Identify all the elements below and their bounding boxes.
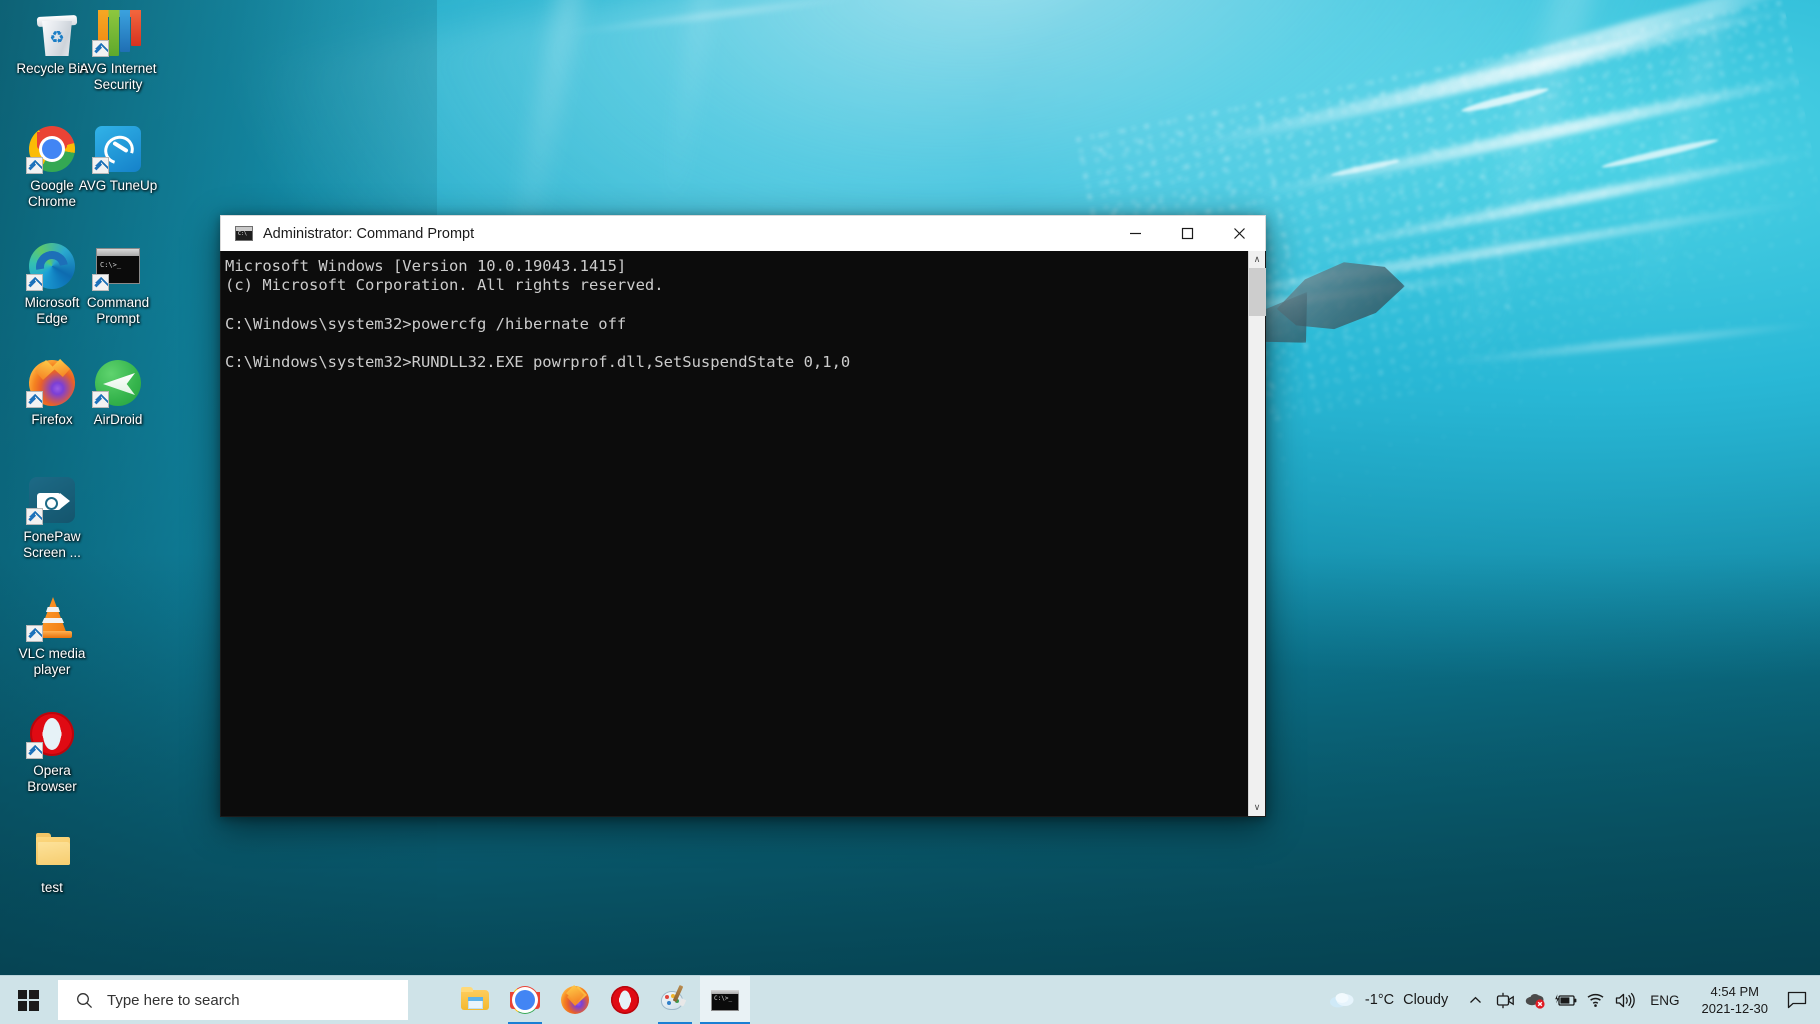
weather-temperature: -1°C <box>1364 992 1395 1008</box>
airdroid-icon <box>92 359 142 408</box>
console-output[interactable]: Microsoft Windows [Version 10.0.19043.14… <box>221 251 1248 816</box>
onedrive-offline-icon <box>1525 993 1545 1009</box>
battery-tray-icon[interactable] <box>1550 976 1580 1024</box>
console-body[interactable]: Microsoft Windows [Version 10.0.19043.14… <box>220 251 1266 817</box>
clock[interactable]: 4:54 PM 2021-12-30 <box>1690 976 1781 1024</box>
desktop-icon-airdroid[interactable]: AirDroid <box>74 359 162 428</box>
start-button[interactable] <box>0 976 56 1024</box>
file-explorer-icon <box>461 986 489 1014</box>
taskbar: Type here to search C:\>_ -1°C Cloudy EN… <box>0 975 1820 1024</box>
scrollbar-thumb[interactable] <box>1248 268 1266 316</box>
desktop-icon-label: AVG Internet Security <box>79 61 157 92</box>
search-input[interactable]: Type here to search <box>58 980 408 1020</box>
windows-logo-icon <box>17 989 39 1011</box>
desktop-icon-command-prompt[interactable]: C:\>_ Command Prompt <box>74 242 162 326</box>
system-tray: -1°C Cloudy ENG 4:54 PM 2021-12-30 <box>1317 976 1820 1024</box>
shortcut-arrow-icon <box>26 742 43 759</box>
search-icon <box>77 992 93 1008</box>
window-title: Administrator: Command Prompt <box>263 225 475 242</box>
wifi-icon <box>1587 993 1604 1007</box>
webcam-icon <box>1496 992 1514 1008</box>
taskbar-item-file-explorer[interactable] <box>450 976 500 1024</box>
clock-time: 4:54 PM <box>1710 984 1759 999</box>
vlc-media-player-icon <box>26 593 76 642</box>
minimize-button[interactable] <box>1109 216 1161 252</box>
avg-tuneup-icon <box>92 125 142 174</box>
avg-internet-security-icon <box>92 8 142 57</box>
scroll-down-button[interactable]: ∨ <box>1249 799 1266 816</box>
taskbar-item-command-prompt[interactable]: C:\>_ <box>700 975 750 1024</box>
google-chrome-icon <box>26 125 76 174</box>
weather-widget[interactable]: -1°C Cloudy <box>1317 976 1460 1024</box>
taskbar-item-google-chrome[interactable] <box>500 976 550 1024</box>
recycle-bin-icon: ♻ <box>28 8 78 56</box>
shortcut-arrow-icon <box>26 508 43 525</box>
desktop-icon-label: AirDroid <box>93 412 143 427</box>
language-indicator[interactable]: ENG <box>1640 976 1689 1024</box>
taskbar-item-paint[interactable] <box>650 976 700 1024</box>
network-tray-icon[interactable] <box>1580 976 1610 1024</box>
volume-tray-icon[interactable] <box>1610 976 1640 1024</box>
search-placeholder: Type here to search <box>107 991 240 1009</box>
action-center-icon <box>1787 991 1807 1009</box>
desktop-icon-test-folder[interactable]: test <box>8 827 96 896</box>
close-button[interactable] <box>1213 216 1265 252</box>
action-center-button[interactable] <box>1780 976 1814 1024</box>
desktop-icon-label: AVG TuneUp <box>78 178 158 193</box>
desktop-icon-label: Opera Browser <box>27 763 77 794</box>
desktop-icon-avg-tuneup[interactable]: AVG TuneUp <box>74 125 162 194</box>
window-title-bar[interactable]: C:\ Administrator: Command Prompt <box>220 215 1266 251</box>
desktop-icon-label: Command Prompt <box>86 295 150 326</box>
google-chrome-icon <box>511 986 539 1014</box>
weather-condition: Cloudy <box>1403 992 1449 1008</box>
shortcut-arrow-icon <box>26 625 43 642</box>
opera-browser-icon <box>26 710 76 759</box>
clock-date: 2021-12-30 <box>1701 1001 1769 1016</box>
shortcut-arrow-icon <box>92 274 109 291</box>
speaker-icon <box>1616 992 1636 1008</box>
console-icon: C:\ <box>235 226 253 241</box>
cloud-icon <box>1329 993 1354 1008</box>
firefox-icon <box>26 359 76 408</box>
desktop-icon-opera[interactable]: Opera Browser <box>8 710 96 794</box>
desktop-icon-avg-internet-security[interactable]: AVG Internet Security <box>74 8 162 92</box>
shortcut-arrow-icon <box>26 274 43 291</box>
scroll-up-button[interactable]: ∧ <box>1249 251 1266 268</box>
opera-browser-icon <box>611 986 639 1014</box>
command-prompt-icon: C:\>_ <box>711 986 739 1014</box>
desktop-icon-label: FonePaw Screen ... <box>23 529 81 560</box>
shortcut-arrow-icon <box>92 40 109 57</box>
taskbar-item-firefox[interactable] <box>550 976 600 1024</box>
shortcut-arrow-icon <box>92 391 109 408</box>
desktop-icon-label: VLC media player <box>18 646 86 677</box>
webcam-tray-icon[interactable] <box>1490 976 1520 1024</box>
taskbar-item-opera[interactable] <box>600 976 650 1024</box>
battery-charging-icon <box>1554 993 1577 1006</box>
maximize-button[interactable] <box>1161 216 1213 252</box>
shortcut-arrow-icon <box>26 157 43 174</box>
paint-icon <box>661 984 689 1014</box>
scrollbar-track[interactable] <box>1248 268 1266 799</box>
show-hidden-icons-button[interactable] <box>1460 976 1490 1024</box>
desktop-icon-fonepaw[interactable]: FonePaw Screen ... <box>8 476 96 560</box>
desktop-icon-label: test <box>41 880 63 895</box>
desktop-icon-vlc[interactable]: VLC media player <box>8 593 96 677</box>
onedrive-tray-icon[interactable] <box>1520 976 1550 1024</box>
chevron-up-icon <box>1469 996 1481 1003</box>
console-scrollbar[interactable]: ∧ ∨ <box>1248 251 1266 816</box>
fonepaw-screen-recorder-icon <box>26 476 76 525</box>
folder-icon <box>28 827 76 875</box>
command-prompt-window[interactable]: C:\ Administrator: Command Prompt Micros… <box>220 215 1266 817</box>
firefox-icon <box>561 986 589 1014</box>
microsoft-edge-icon <box>26 242 76 291</box>
taskbar-app-list: C:\>_ <box>450 975 750 1024</box>
shortcut-arrow-icon <box>26 391 43 408</box>
shortcut-arrow-icon <box>92 157 109 174</box>
command-prompt-icon: C:\>_ <box>92 242 142 291</box>
